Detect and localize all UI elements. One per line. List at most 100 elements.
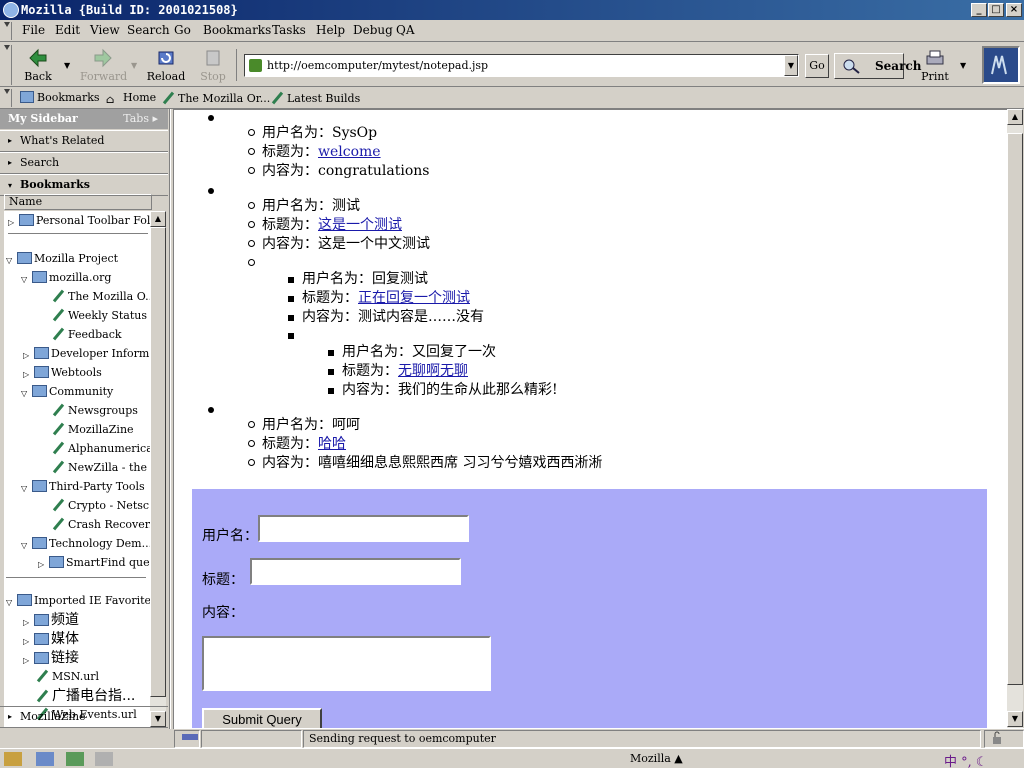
tree-item-bookmark[interactable]: Alphanumerica... xyxy=(52,440,152,458)
entry-title-link[interactable]: 正在回复一个测试 xyxy=(358,290,470,306)
tree-item-bookmark[interactable]: MSN.url xyxy=(36,668,99,686)
tree-item-personal-toolbar-folder[interactable]: ▷ Personal Toolbar Fol... xyxy=(8,212,152,230)
tree-item-third-party-tools[interactable]: ▽ Third-Party Tools xyxy=(21,478,145,496)
collapse-icon[interactable]: ▽ xyxy=(6,256,15,265)
page-proxy-icon[interactable] xyxy=(249,59,262,72)
entry-title-link[interactable]: 无聊啊无聊 xyxy=(398,363,468,379)
navigator-taskbar-icon[interactable] xyxy=(4,752,22,766)
menu-go[interactable]: Go xyxy=(174,23,191,37)
menu-file[interactable]: File xyxy=(22,23,45,37)
sidebar-tabs-button[interactable]: Tabs ▸ xyxy=(123,109,158,129)
menu-edit[interactable]: Edit xyxy=(55,23,80,37)
sidebar-panel-search[interactable]: ▸ Search xyxy=(0,152,168,174)
tree-item-bookmark[interactable]: Feedback xyxy=(52,326,122,344)
expand-icon[interactable]: ▷ xyxy=(23,637,32,646)
reload-button[interactable]: Reload xyxy=(146,46,186,84)
tree-item-developer-information[interactable]: ▷ Developer Inform... xyxy=(23,345,152,363)
close-button[interactable]: × xyxy=(1006,3,1022,17)
go-button[interactable]: Go xyxy=(805,54,829,78)
title-input[interactable] xyxy=(250,558,461,585)
navbar-grip[interactable] xyxy=(1,45,12,85)
tree-item-bookmark[interactable]: Newsgroups xyxy=(52,402,138,420)
tree-item-smartfind[interactable]: ▷ SmartFind quer... xyxy=(38,554,152,572)
tree-item-bookmark[interactable]: Crash Recover... xyxy=(52,516,152,534)
tree-item-media[interactable]: ▷ 媒体 xyxy=(23,630,79,648)
entry-title-link[interactable]: 这是一个测试 xyxy=(318,217,402,233)
collapse-icon[interactable]: ▽ xyxy=(6,598,15,607)
menu-search[interactable]: Search xyxy=(127,23,170,37)
scrollbar-thumb[interactable] xyxy=(1007,133,1023,685)
scroll-up-icon[interactable]: ▲ xyxy=(150,211,166,227)
throbber-logo[interactable] xyxy=(982,46,1020,84)
search-button[interactable]: Search xyxy=(834,53,921,79)
composer-taskbar-icon[interactable] xyxy=(66,752,84,766)
menu-view[interactable]: View xyxy=(90,23,120,37)
back-button[interactable]: Back xyxy=(18,46,58,84)
minimize-button[interactable]: _ xyxy=(971,3,987,17)
menubar-grip[interactable] xyxy=(1,22,12,40)
sidebar-panel-bookmarks[interactable]: ▾ Bookmarks xyxy=(0,174,168,196)
bookmarks-scrollbar[interactable]: ▲ ▼ xyxy=(150,211,166,727)
sidebar-panel-whats-related[interactable]: ▸ What's Related xyxy=(0,130,168,152)
menu-debug[interactable]: Debug xyxy=(353,23,393,37)
scrollbar-thumb[interactable] xyxy=(150,227,166,697)
forward-button[interactable]: Forward xyxy=(80,46,127,84)
stop-button[interactable]: Stop xyxy=(193,46,233,84)
collapse-icon[interactable]: ▽ xyxy=(21,541,30,550)
tree-item-bookmark[interactable]: Crypto - Netsc... xyxy=(52,497,152,515)
collapse-icon[interactable]: ▽ xyxy=(21,389,30,398)
url-history-dropdown[interactable]: ▼ xyxy=(784,55,798,76)
expand-icon[interactable]: ▷ xyxy=(23,370,32,379)
entry-title-link[interactable]: 哈哈 xyxy=(318,436,346,452)
bookmarks-toolbar-button[interactable]: Bookmarks xyxy=(20,91,100,104)
tree-item-mozilla-project[interactable]: ▽ Mozilla Project xyxy=(6,250,118,268)
expand-icon[interactable]: ▷ xyxy=(23,618,32,627)
personalbar-grip[interactable] xyxy=(1,89,12,107)
forward-dropdown-icon[interactable]: ▼ xyxy=(131,61,137,70)
entry-title-link[interactable]: welcome xyxy=(318,144,381,160)
tree-item-mozilla-org[interactable]: ▽ mozilla.org xyxy=(21,269,111,287)
tree-item-bookmark[interactable]: The Mozilla O... xyxy=(52,288,152,306)
tree-item-imported-ie-favorites[interactable]: ▽ Imported IE Favorites xyxy=(6,592,152,610)
mail-taskbar-icon[interactable] xyxy=(36,752,54,766)
collapse-icon[interactable]: ▽ xyxy=(21,484,30,493)
username-input[interactable] xyxy=(258,515,469,542)
sidebar-panel-mozillazine[interactable]: ▸ MozillaZine xyxy=(0,706,168,728)
expand-icon[interactable]: ▷ xyxy=(23,351,32,360)
online-status-icon[interactable] xyxy=(174,730,200,748)
tree-item-community[interactable]: ▽ Community xyxy=(21,383,113,401)
expand-icon[interactable]: ▷ xyxy=(23,656,32,665)
addressbook-taskbar-icon[interactable] xyxy=(95,752,113,766)
tree-item-bookmark[interactable]: NewZilla - the ... xyxy=(52,459,152,477)
scroll-up-icon[interactable]: ▲ xyxy=(1007,109,1023,125)
tree-item-channels[interactable]: ▷ 频道 xyxy=(23,611,79,629)
menu-help[interactable]: Help xyxy=(316,23,345,37)
tree-item-bookmark[interactable]: 广播电台指... xyxy=(36,687,135,705)
back-dropdown-icon[interactable]: ▼ xyxy=(64,61,70,70)
scroll-down-icon[interactable]: ▼ xyxy=(1007,711,1023,727)
home-button[interactable]: ⌂ Home xyxy=(106,91,156,106)
security-icon[interactable] xyxy=(984,730,1024,748)
content-textarea[interactable] xyxy=(202,636,491,691)
maximize-button[interactable]: □ xyxy=(988,3,1004,17)
expand-icon[interactable]: ▷ xyxy=(8,218,17,227)
collapse-icon[interactable]: ▽ xyxy=(21,275,30,284)
ime-indicator[interactable]: 中 °, ☾ xyxy=(944,751,988,768)
bookmarks-column-header[interactable]: Name xyxy=(4,194,152,210)
tree-item-bookmark[interactable]: Weekly Status ... xyxy=(52,307,152,325)
tree-item-links[interactable]: ▷ 链接 xyxy=(23,649,79,667)
tree-item-technology-demos[interactable]: ▽ Technology Dem... xyxy=(21,535,152,553)
expand-icon[interactable]: ▷ xyxy=(38,560,47,569)
menu-bookmarks[interactable]: Bookmarks xyxy=(203,23,271,37)
print-dropdown-icon[interactable]: ▼ xyxy=(960,61,966,70)
tree-item-webtools[interactable]: ▷ Webtools xyxy=(23,364,102,382)
menu-tasks[interactable]: Tasks xyxy=(272,23,306,37)
latest-builds-bookmark[interactable]: Latest Builds xyxy=(271,91,360,105)
submit-query-button[interactable]: Submit Query xyxy=(202,708,322,728)
tree-item-bookmark[interactable]: MozillaZine xyxy=(52,421,134,439)
mozilla-taskbar-button[interactable]: Mozilla ▲ xyxy=(630,752,683,765)
url-field[interactable]: http://oemcomputer/mytest/notepad.jsp xyxy=(244,54,799,77)
menu-qa[interactable]: QA xyxy=(396,23,415,37)
content-scrollbar[interactable]: ▲ ▼ xyxy=(1007,109,1023,728)
mozilla-org-bookmark[interactable]: The Mozilla Or... xyxy=(162,91,270,105)
